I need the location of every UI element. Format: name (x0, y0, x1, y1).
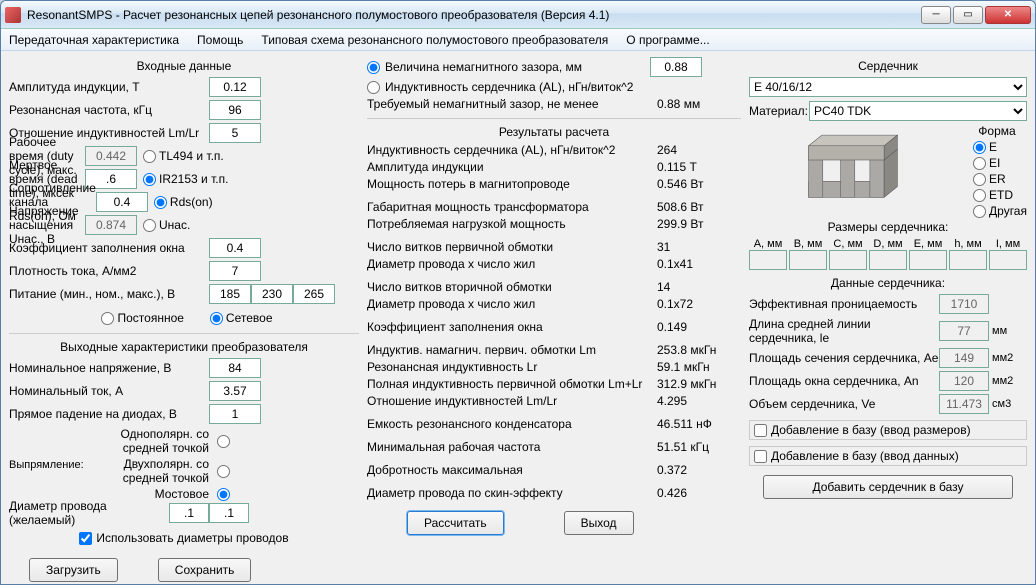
uout-input[interactable] (209, 358, 261, 378)
vdio-label: Прямое падение на диодах, В (9, 407, 209, 421)
shape-etd-radio[interactable] (973, 189, 986, 202)
output-title: Выходные характеристики преобразователя (9, 340, 359, 354)
core-select[interactable]: E 40/16/12 (749, 77, 1027, 97)
jc-input[interactable] (209, 261, 261, 281)
ic-tl494-radio[interactable] (143, 150, 156, 163)
sw-usat-radio[interactable] (143, 219, 156, 232)
menu-help[interactable]: Помощь (197, 33, 243, 47)
dim-h-input (949, 250, 987, 270)
usat-input (85, 215, 137, 235)
rect-bridge-radio[interactable] (217, 488, 230, 501)
shape-e-radio[interactable] (973, 141, 986, 154)
iout-label: Номинальный ток, А (9, 384, 209, 398)
ic-ir2153-radio[interactable] (143, 173, 156, 186)
supply-min-input[interactable] (209, 284, 251, 304)
kw-input[interactable] (209, 238, 261, 258)
core-title: Сердечник (749, 59, 1027, 73)
exit-button[interactable]: Выход (564, 511, 634, 535)
dim-i-input (989, 250, 1027, 270)
input-title: Входные данные (9, 59, 359, 73)
dim-c-input (829, 250, 867, 270)
results-title: Результаты расчета (367, 125, 741, 139)
rect-label: Выпрямление: (9, 459, 84, 471)
dim-b-input (789, 250, 827, 270)
wire2-input[interactable] (209, 503, 249, 523)
calculate-button[interactable]: Рассчитать (407, 511, 504, 535)
supply-label: Питание (мин., ном., макс.), В (9, 287, 209, 301)
dim-a-input (749, 250, 787, 270)
rect-unipolar-radio[interactable] (217, 435, 230, 448)
mode-net-radio[interactable] (210, 312, 223, 325)
duty-input (85, 146, 137, 166)
load-button[interactable]: Загрузить (29, 558, 118, 582)
shape-ei-radio[interactable] (973, 157, 986, 170)
ve-input (939, 394, 989, 414)
ae-input (939, 348, 989, 368)
uout-label: Номинальное напряжение, В (9, 361, 209, 375)
vdio-input[interactable] (209, 404, 261, 424)
kw-label: Коэффициент заполнения окна (9, 241, 209, 255)
gap-al-radio[interactable] (367, 81, 380, 94)
maximize-button[interactable]: ▭ (953, 6, 983, 24)
gap-size-radio[interactable] (367, 61, 380, 74)
supply-max-input[interactable] (293, 284, 335, 304)
rect-bipolar-radio[interactable] (217, 465, 230, 478)
fres-input[interactable] (209, 100, 261, 120)
coredata-title: Данные сердечника: (749, 276, 1027, 290)
fres-label: Резонансная частота, кГц (9, 103, 209, 117)
menu-schematic[interactable]: Типовая схема резонансного полумостового… (261, 33, 608, 47)
shape-er-radio[interactable] (973, 173, 986, 186)
dim-d-input (869, 250, 907, 270)
amp-input[interactable] (209, 77, 261, 97)
mode-const-radio[interactable] (101, 312, 114, 325)
lmlr-input[interactable] (209, 123, 261, 143)
save-button[interactable]: Сохранить (158, 558, 252, 582)
app-icon (5, 7, 21, 23)
wire1-input[interactable] (169, 503, 209, 523)
usewire-checkbox[interactable] (79, 532, 92, 545)
iout-input[interactable] (209, 381, 261, 401)
minimize-button[interactable]: ─ (921, 6, 951, 24)
rds-input[interactable] (96, 192, 148, 212)
dim-e-input (909, 250, 947, 270)
shape-other-radio[interactable] (973, 205, 986, 218)
titlebar[interactable]: ResonantSMPS - Расчет резонансных цепей … (1, 1, 1035, 29)
dims-title: Размеры сердечника: (749, 220, 1027, 234)
wire-label: Диаметр провода (желаемый) (9, 499, 169, 527)
amp-label: Амплитуда индукции, Т (9, 80, 209, 94)
material-select[interactable]: PC40 TDK (809, 101, 1027, 121)
window-title: ResonantSMPS - Расчет резонансных цепей … (27, 8, 921, 22)
menu-about[interactable]: О программе... (626, 33, 709, 47)
jc-label: Плотность тока, А/мм2 (9, 264, 209, 278)
menubar: Передаточная характеристика Помощь Типов… (1, 29, 1035, 51)
close-button[interactable]: ✕ (985, 6, 1031, 24)
add-data-checkbox[interactable] (754, 450, 767, 463)
menu-transfer[interactable]: Передаточная характеристика (9, 33, 179, 47)
an-input (939, 371, 989, 391)
core-image (798, 128, 908, 208)
perm-input (939, 294, 989, 314)
add-core-button[interactable]: Добавить сердечник в базу (763, 475, 1013, 499)
le-input (939, 321, 989, 341)
add-dims-checkbox[interactable] (754, 424, 767, 437)
sw-rds-radio[interactable] (154, 196, 167, 209)
gap-input[interactable] (650, 57, 702, 77)
supply-nom-input[interactable] (251, 284, 293, 304)
